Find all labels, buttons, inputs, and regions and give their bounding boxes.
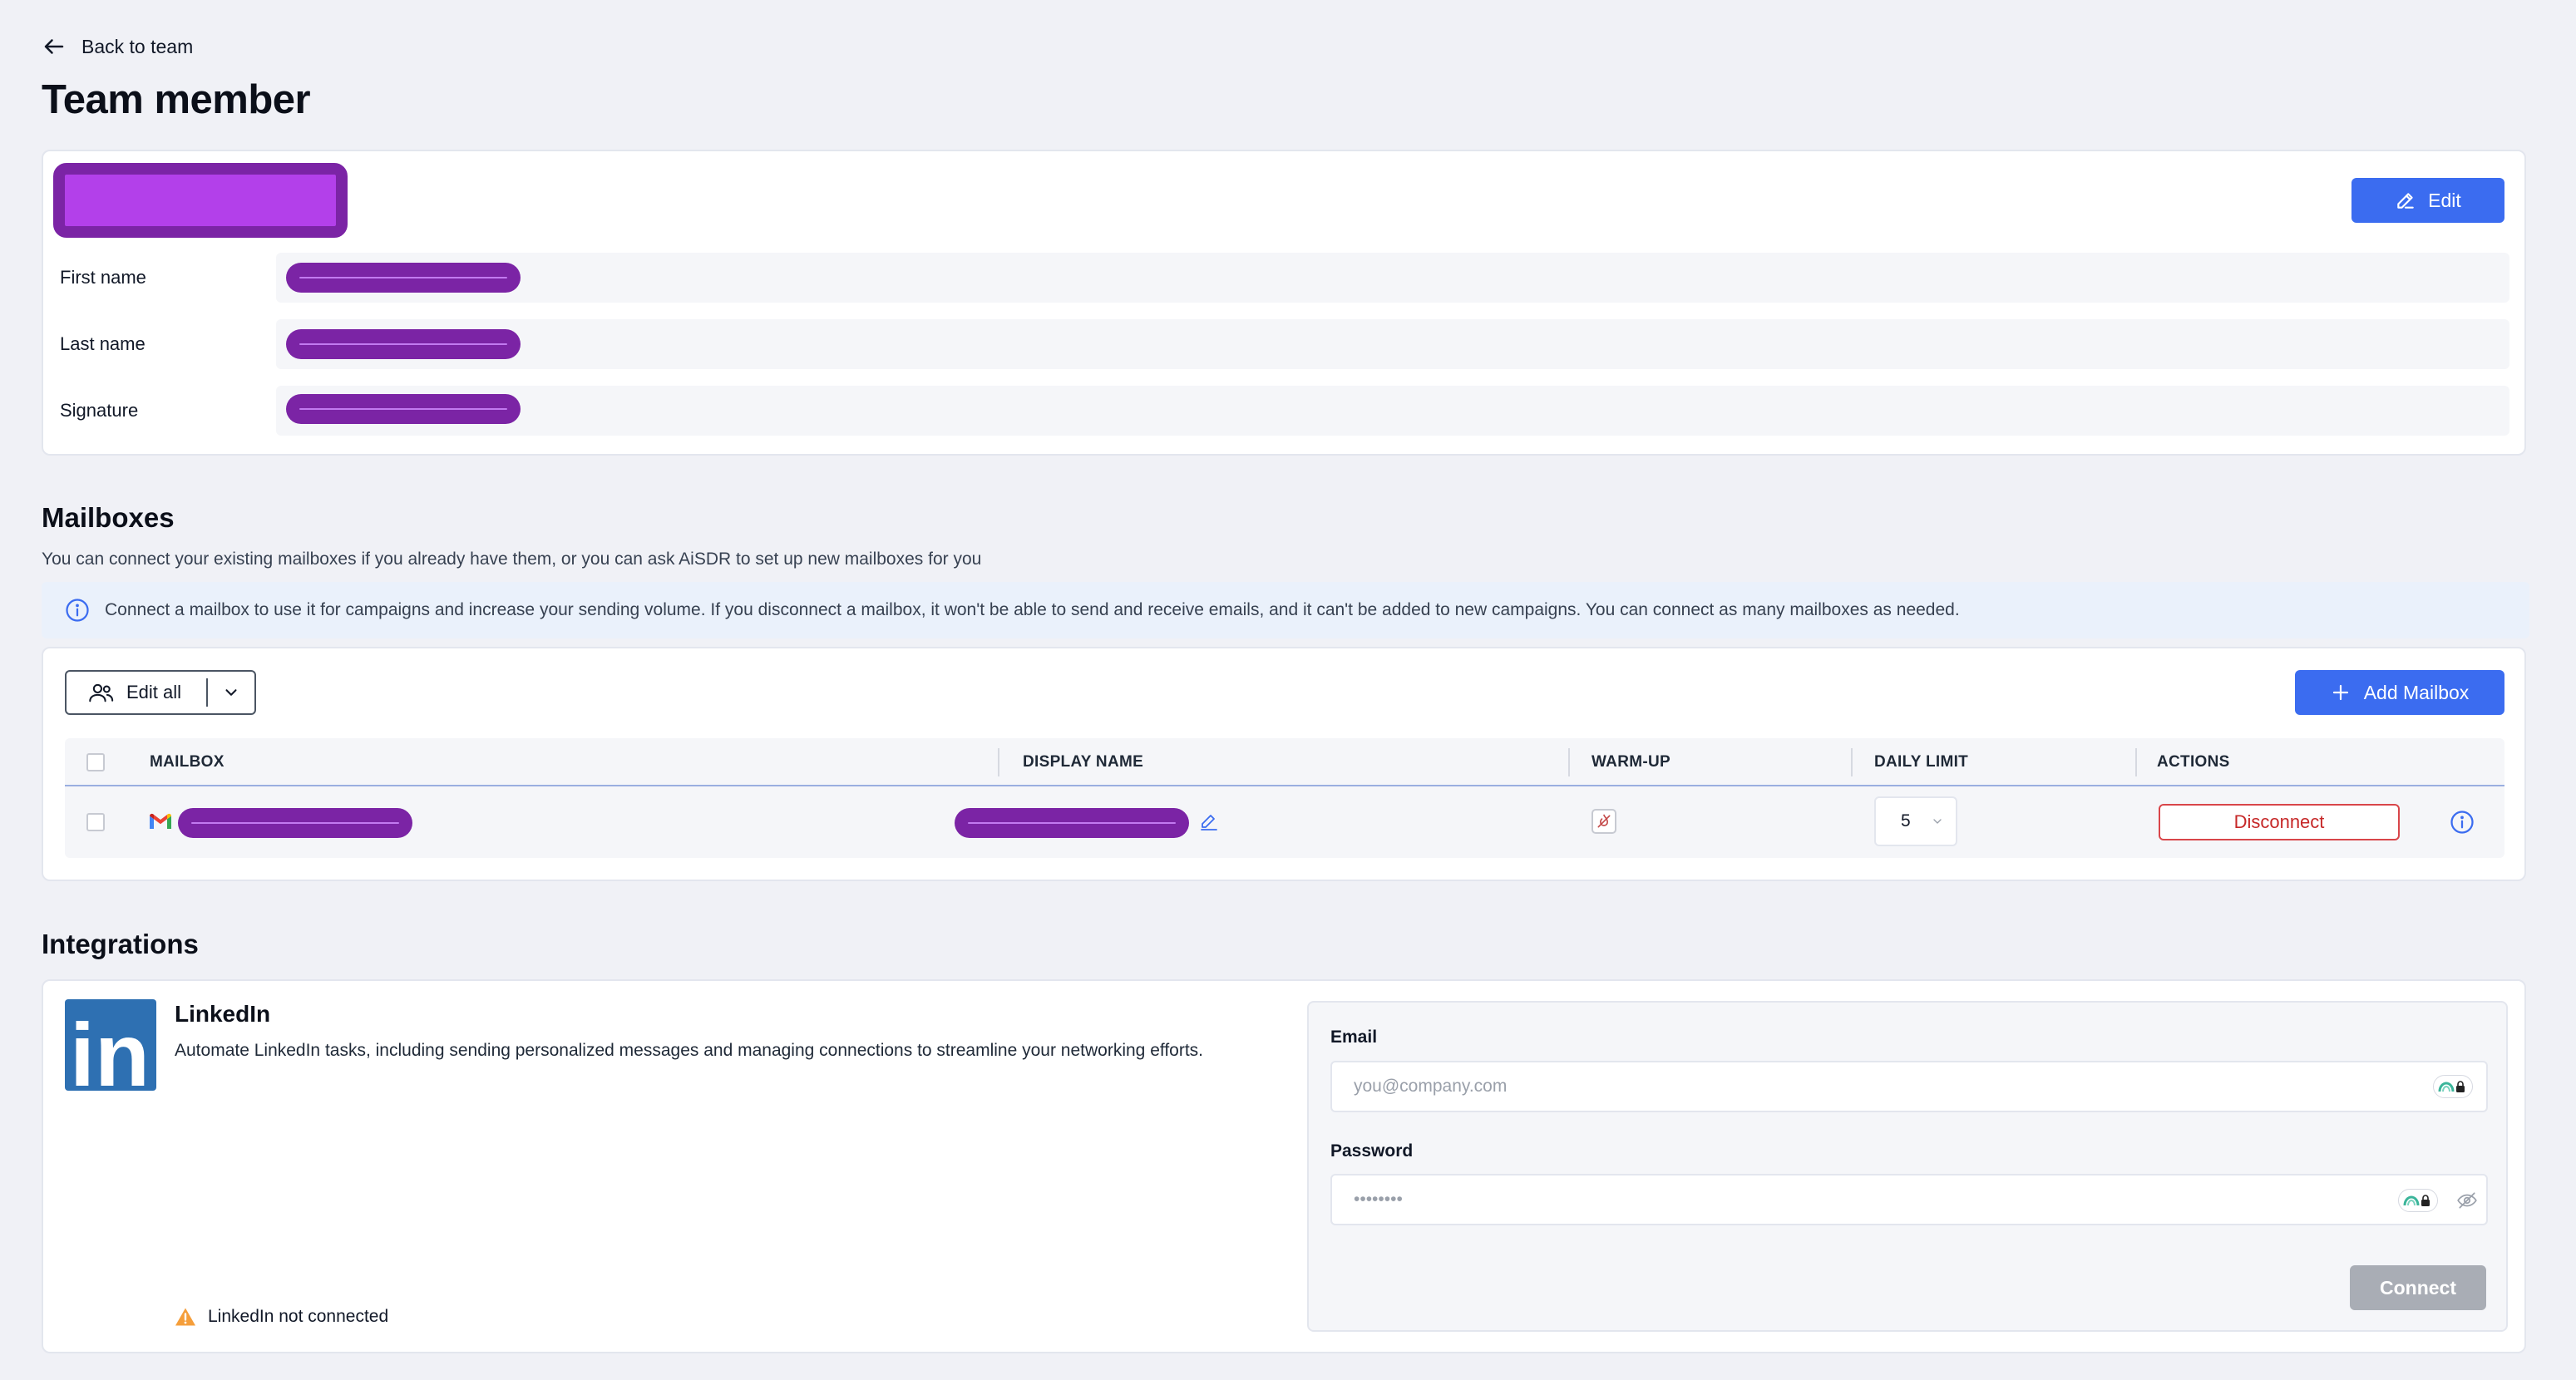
signature-label: Signature [60, 400, 139, 421]
linkedin-status-text: LinkedIn not connected [208, 1307, 389, 1326]
edit-all-toggle[interactable] [208, 683, 254, 702]
redacted-mailbox-address [178, 808, 412, 838]
linkedin-title: LinkedIn [175, 1001, 271, 1027]
redacted-display-name [955, 808, 1189, 838]
mailbox-info-banner: Connect a mailbox to use it for campaign… [42, 582, 2529, 638]
edit-all-label: Edit all [126, 682, 182, 702]
last-name-row: Last name [60, 319, 2509, 369]
users-icon [89, 683, 114, 702]
first-name-row: First name [60, 253, 2509, 303]
plus-icon [2332, 684, 2348, 701]
mailboxes-title: Mailboxes [42, 502, 175, 533]
connect-button[interactable]: Connect [2350, 1265, 2486, 1310]
chevron-down-icon [1933, 819, 1942, 824]
profile-card: Edit First name Last name Signature [42, 150, 2526, 456]
integrations-title: Integrations [42, 929, 199, 959]
linkedin-description: Automate LinkedIn tasks, including sendi… [175, 1041, 1204, 1060]
eye-off-icon[interactable] [2456, 1190, 2478, 1211]
select-all-checkbox[interactable] [86, 753, 105, 771]
daily-limit-value: 5 [1901, 811, 1911, 830]
team-member-page: Back to team Team member Edit First name… [0, 0, 2576, 1380]
mailbox-table-header: MAILBOX DISPLAY NAME WARM-UP DAILY LIMIT… [65, 738, 2504, 786]
password-label: Password [1330, 1141, 1414, 1161]
warm-up-toggle[interactable] [1591, 809, 1616, 834]
signature-row: Signature [60, 386, 2509, 436]
password-manager-badge[interactable] [2398, 1189, 2438, 1212]
password-manager-badge[interactable] [2433, 1075, 2473, 1098]
banner-text: Connect a mailbox to use it for campaign… [105, 600, 1960, 619]
redacted-name-block [53, 163, 348, 238]
email-field[interactable] [1330, 1061, 2488, 1112]
mailboxes-description: You can connect your existing mailboxes … [42, 550, 982, 569]
last-name-label: Last name [60, 333, 146, 354]
table-row: 5 Disconnect [65, 786, 2504, 858]
redacted-first-name [286, 263, 521, 293]
linkedin-login-panel: Email Password [1307, 1001, 2508, 1332]
add-mailbox-button[interactable]: Add Mailbox [2295, 670, 2504, 715]
linkedin-status: LinkedIn not connected [175, 1307, 388, 1327]
column-display-name: DISPLAY NAME [1023, 753, 1144, 771]
add-mailbox-label: Add Mailbox [2363, 681, 2470, 703]
back-link-label: Back to team [81, 35, 194, 57]
arrow-left-icon [44, 39, 64, 54]
column-divider [998, 748, 999, 776]
password-field[interactable] [1330, 1174, 2488, 1225]
column-divider [1568, 748, 1570, 776]
row-checkbox[interactable] [86, 813, 105, 831]
daily-limit-select[interactable]: 5 [1874, 796, 1957, 846]
column-warm-up: WARM-UP [1591, 753, 1670, 771]
warning-icon [175, 1308, 195, 1326]
linkedin-logo-mark: in [70, 1004, 150, 1091]
info-icon[interactable] [2450, 810, 2475, 835]
column-divider [1851, 748, 1853, 776]
pencil-icon [2397, 193, 2414, 209]
redacted-last-name [286, 329, 521, 359]
page-title: Team member [42, 77, 311, 122]
chevron-down-icon [225, 689, 237, 696]
mailbox-card: Edit all Add Mailbox MAILBOX DISPLAY NAM… [42, 647, 2526, 881]
column-daily-limit: DAILY LIMIT [1874, 753, 1969, 771]
flame-off-icon [1597, 814, 1611, 828]
linkedin-logo: in [65, 999, 156, 1091]
first-name-label: First name [60, 267, 146, 288]
redacted-signature [286, 394, 521, 424]
column-mailbox: MAILBOX [150, 753, 225, 771]
column-actions: ACTIONS [2157, 753, 2230, 771]
edit-display-name-icon[interactable] [1199, 811, 1219, 831]
password-manager-icon [2403, 1195, 2430, 1206]
back-to-team-link[interactable]: Back to team [42, 32, 193, 62]
edit-all-dropdown[interactable]: Edit all [65, 670, 256, 715]
password-manager-icon [2438, 1081, 2465, 1092]
disconnect-button[interactable]: Disconnect [2159, 804, 2400, 840]
edit-button-label: Edit [2428, 189, 2461, 211]
edit-all-button[interactable]: Edit all [67, 681, 206, 704]
email-label: Email [1330, 1028, 1378, 1047]
info-icon [66, 599, 89, 622]
gmail-icon [150, 813, 171, 829]
linkedin-logo-text: in [70, 1004, 150, 1091]
column-divider [2135, 748, 2137, 776]
edit-profile-button[interactable]: Edit [2351, 178, 2504, 223]
linkedin-integration-card: in LinkedIn Automate LinkedIn tasks, inc… [42, 979, 2526, 1353]
